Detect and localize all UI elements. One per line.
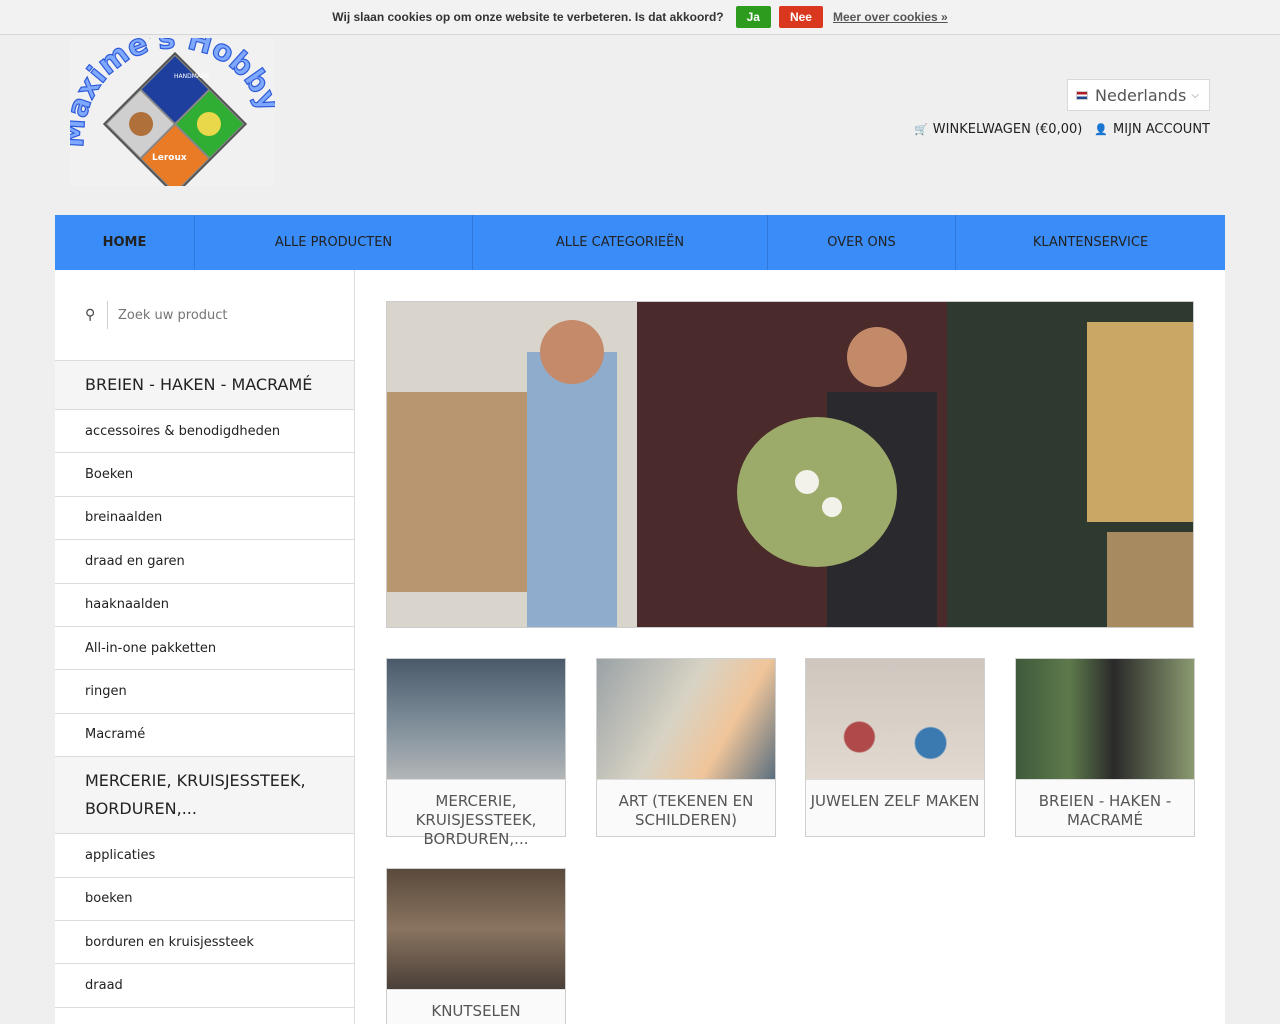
cookie-decline-button[interactable]: Nee <box>778 6 823 28</box>
language-label: Nederlands <box>1095 85 1187 105</box>
tile-label: MERCERIE, KRUISJESSTEEK, BORDUREN,... <box>415 792 537 848</box>
chevron-down-icon: ⌵ <box>1191 89 1199 101</box>
search-input[interactable] <box>118 307 298 323</box>
cart-link[interactable]: 🛒 WINKELWAGEN (€0,00) <box>914 122 1082 137</box>
tile-label: KNUTSELEN <box>431 1002 521 1020</box>
category-tile[interactable]: KNUTSELEN <box>386 868 566 1024</box>
flag-nl-icon <box>1076 90 1088 100</box>
nav-all-categories[interactable]: ALLE CATEGORIEËN <box>473 215 768 270</box>
category-tile[interactable]: JUWELEN ZELF MAKEN <box>805 658 985 837</box>
sidebar-item[interactable]: Boeken <box>55 453 354 497</box>
account-bar: 🛒 WINKELWAGEN (€0,00) 👤 MIJN ACCOUNT <box>914 122 1210 137</box>
account-label: MIJN ACCOUNT <box>1113 122 1210 137</box>
cart-label: WINKELWAGEN (€0,00) <box>932 122 1083 137</box>
site-logo[interactable]: Maxime's Hobby HANDMADE Leroux <box>55 20 288 197</box>
logo-handmade: HANDMADE <box>174 73 210 80</box>
logo-graphic: Maxime's Hobby HANDMADE Leroux <box>55 20 288 197</box>
nav-customer-service[interactable]: KLANTENSERVICE <box>956 215 1225 270</box>
category-tile[interactable]: ART (TEKENEN EN SCHILDEREN) <box>596 658 776 837</box>
nav-about[interactable]: OVER ONS <box>768 215 956 270</box>
cookie-more-link[interactable]: Meer over cookies » <box>833 10 948 24</box>
sidebar: ⚲ BREIEN - HAKEN - MACRAMÉ accessoires &… <box>55 270 355 1024</box>
sidebar-item[interactable]: breinaalden <box>55 497 354 541</box>
account-link[interactable]: 👤 MIJN ACCOUNT <box>1094 122 1210 137</box>
sidebar-item[interactable]: boeken <box>55 878 354 921</box>
category-heading-mercerie[interactable]: MERCERIE, KRUISJESSTEEK, BORDUREN,... <box>55 757 354 835</box>
tile-image <box>387 659 565 780</box>
category-tiles: MERCERIE, KRUISJESSTEEK, BORDUREN,... AR… <box>386 658 1195 1024</box>
nav-all-products[interactable]: ALLE PRODUCTEN <box>195 215 473 270</box>
hero-image[interactable] <box>386 301 1194 628</box>
sidebar-item[interactable]: All-in-one pakketten <box>55 627 354 671</box>
category-tile[interactable]: MERCERIE, KRUISJESSTEEK, BORDUREN,... <box>386 658 566 848</box>
cart-icon: 🛒 <box>914 123 928 136</box>
nav-home[interactable]: HOME <box>55 215 195 270</box>
user-icon: 👤 <box>1094 123 1109 136</box>
search-divider <box>107 301 108 329</box>
content-panel: ⚲ BREIEN - HAKEN - MACRAMÉ accessoires &… <box>55 270 1225 1024</box>
sidebar-item[interactable]: applicaties <box>55 834 354 878</box>
tile-label: ART (TEKENEN EN SCHILDEREN) <box>618 792 754 829</box>
cookie-bar: Wij slaan cookies op om onze website te … <box>0 0 1280 35</box>
tile-image <box>387 869 565 990</box>
cookie-message: Wij slaan cookies op om onze website te … <box>332 10 724 24</box>
tile-image <box>597 659 775 780</box>
logo-leroux: Leroux <box>152 153 187 163</box>
sidebar-item[interactable]: accessoires & benodigdheden <box>55 410 354 454</box>
search-icon[interactable]: ⚲ <box>85 307 105 323</box>
tile-label: BREIEN - HAKEN - MACRAMÉ <box>1038 792 1172 829</box>
sidebar-item[interactable]: draad en garen <box>55 540 354 584</box>
main-nav: HOME ALLE PRODUCTEN ALLE CATEGORIEËN OVE… <box>55 215 1225 270</box>
category-tile[interactable]: BREIEN - HAKEN - MACRAMÉ <box>1015 658 1195 837</box>
cookie-accept-button[interactable]: Ja <box>735 6 771 28</box>
hero-photo <box>387 302 1193 627</box>
category-heading-breien[interactable]: BREIEN - HAKEN - MACRAMÉ <box>55 361 354 410</box>
tile-image <box>806 659 984 780</box>
main-content <box>386 301 1194 628</box>
language-select[interactable]: Nederlands ⌵ <box>1067 79 1210 111</box>
tile-image <box>1016 659 1194 780</box>
sidebar-item[interactable]: draad <box>55 964 354 1008</box>
sidebar-item[interactable]: haaknaalden <box>55 584 354 627</box>
sidebar-item[interactable]: ringen <box>55 670 354 714</box>
tile-label: JUWELEN ZELF MAKEN <box>810 792 980 810</box>
sidebar-item[interactable]: Macramé <box>55 714 354 758</box>
search-box: ⚲ <box>55 270 354 361</box>
sidebar-item[interactable]: borduren en kruisjessteek <box>55 921 354 965</box>
